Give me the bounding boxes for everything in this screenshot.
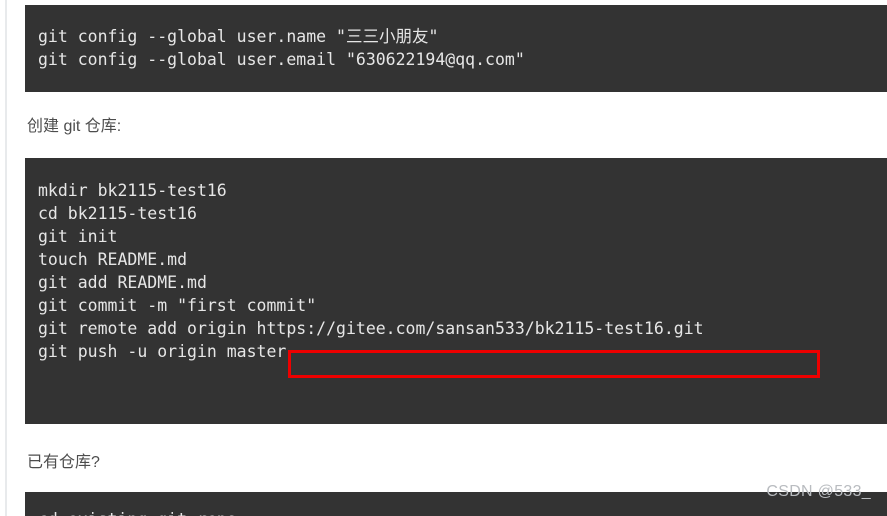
code-line: git commit -m "first commit" xyxy=(38,296,317,315)
code-line: cd existing_git_repo xyxy=(25,508,887,516)
csdn-watermark: CSDN @533_ xyxy=(766,483,871,500)
code-block-existing-repo[interactable]: cd existing_git_repo xyxy=(25,492,887,516)
code-line-remote-add: git remote add origin https://gitee.com/… xyxy=(38,319,704,338)
code-line: git add README.md xyxy=(38,273,207,292)
code-line: git config --global user.email "63062219… xyxy=(38,50,525,69)
heading-create-repo: 创建 git 仓库: xyxy=(27,118,122,135)
code-line: mkdir bk2115-test16 xyxy=(38,181,227,200)
left-margin-rule xyxy=(5,0,7,516)
code-line: git init xyxy=(38,227,118,246)
heading-existing-repo: 已有仓库? xyxy=(27,454,100,471)
code-line: git push -u origin master xyxy=(38,342,287,361)
code-block-git-config[interactable]: git config --global user.name "三三小朋友" gi… xyxy=(25,5,887,92)
code-line: touch README.md xyxy=(38,250,188,269)
code-line: cd bk2115-test16 xyxy=(38,204,197,223)
code-line: git config --global user.name "三三小朋友" xyxy=(38,27,439,46)
code-block-create-repo[interactable]: mkdir bk2115-test16 cd bk2115-test16 git… xyxy=(25,158,887,424)
article-page: git config --global user.name "三三小朋友" gi… xyxy=(0,0,887,516)
